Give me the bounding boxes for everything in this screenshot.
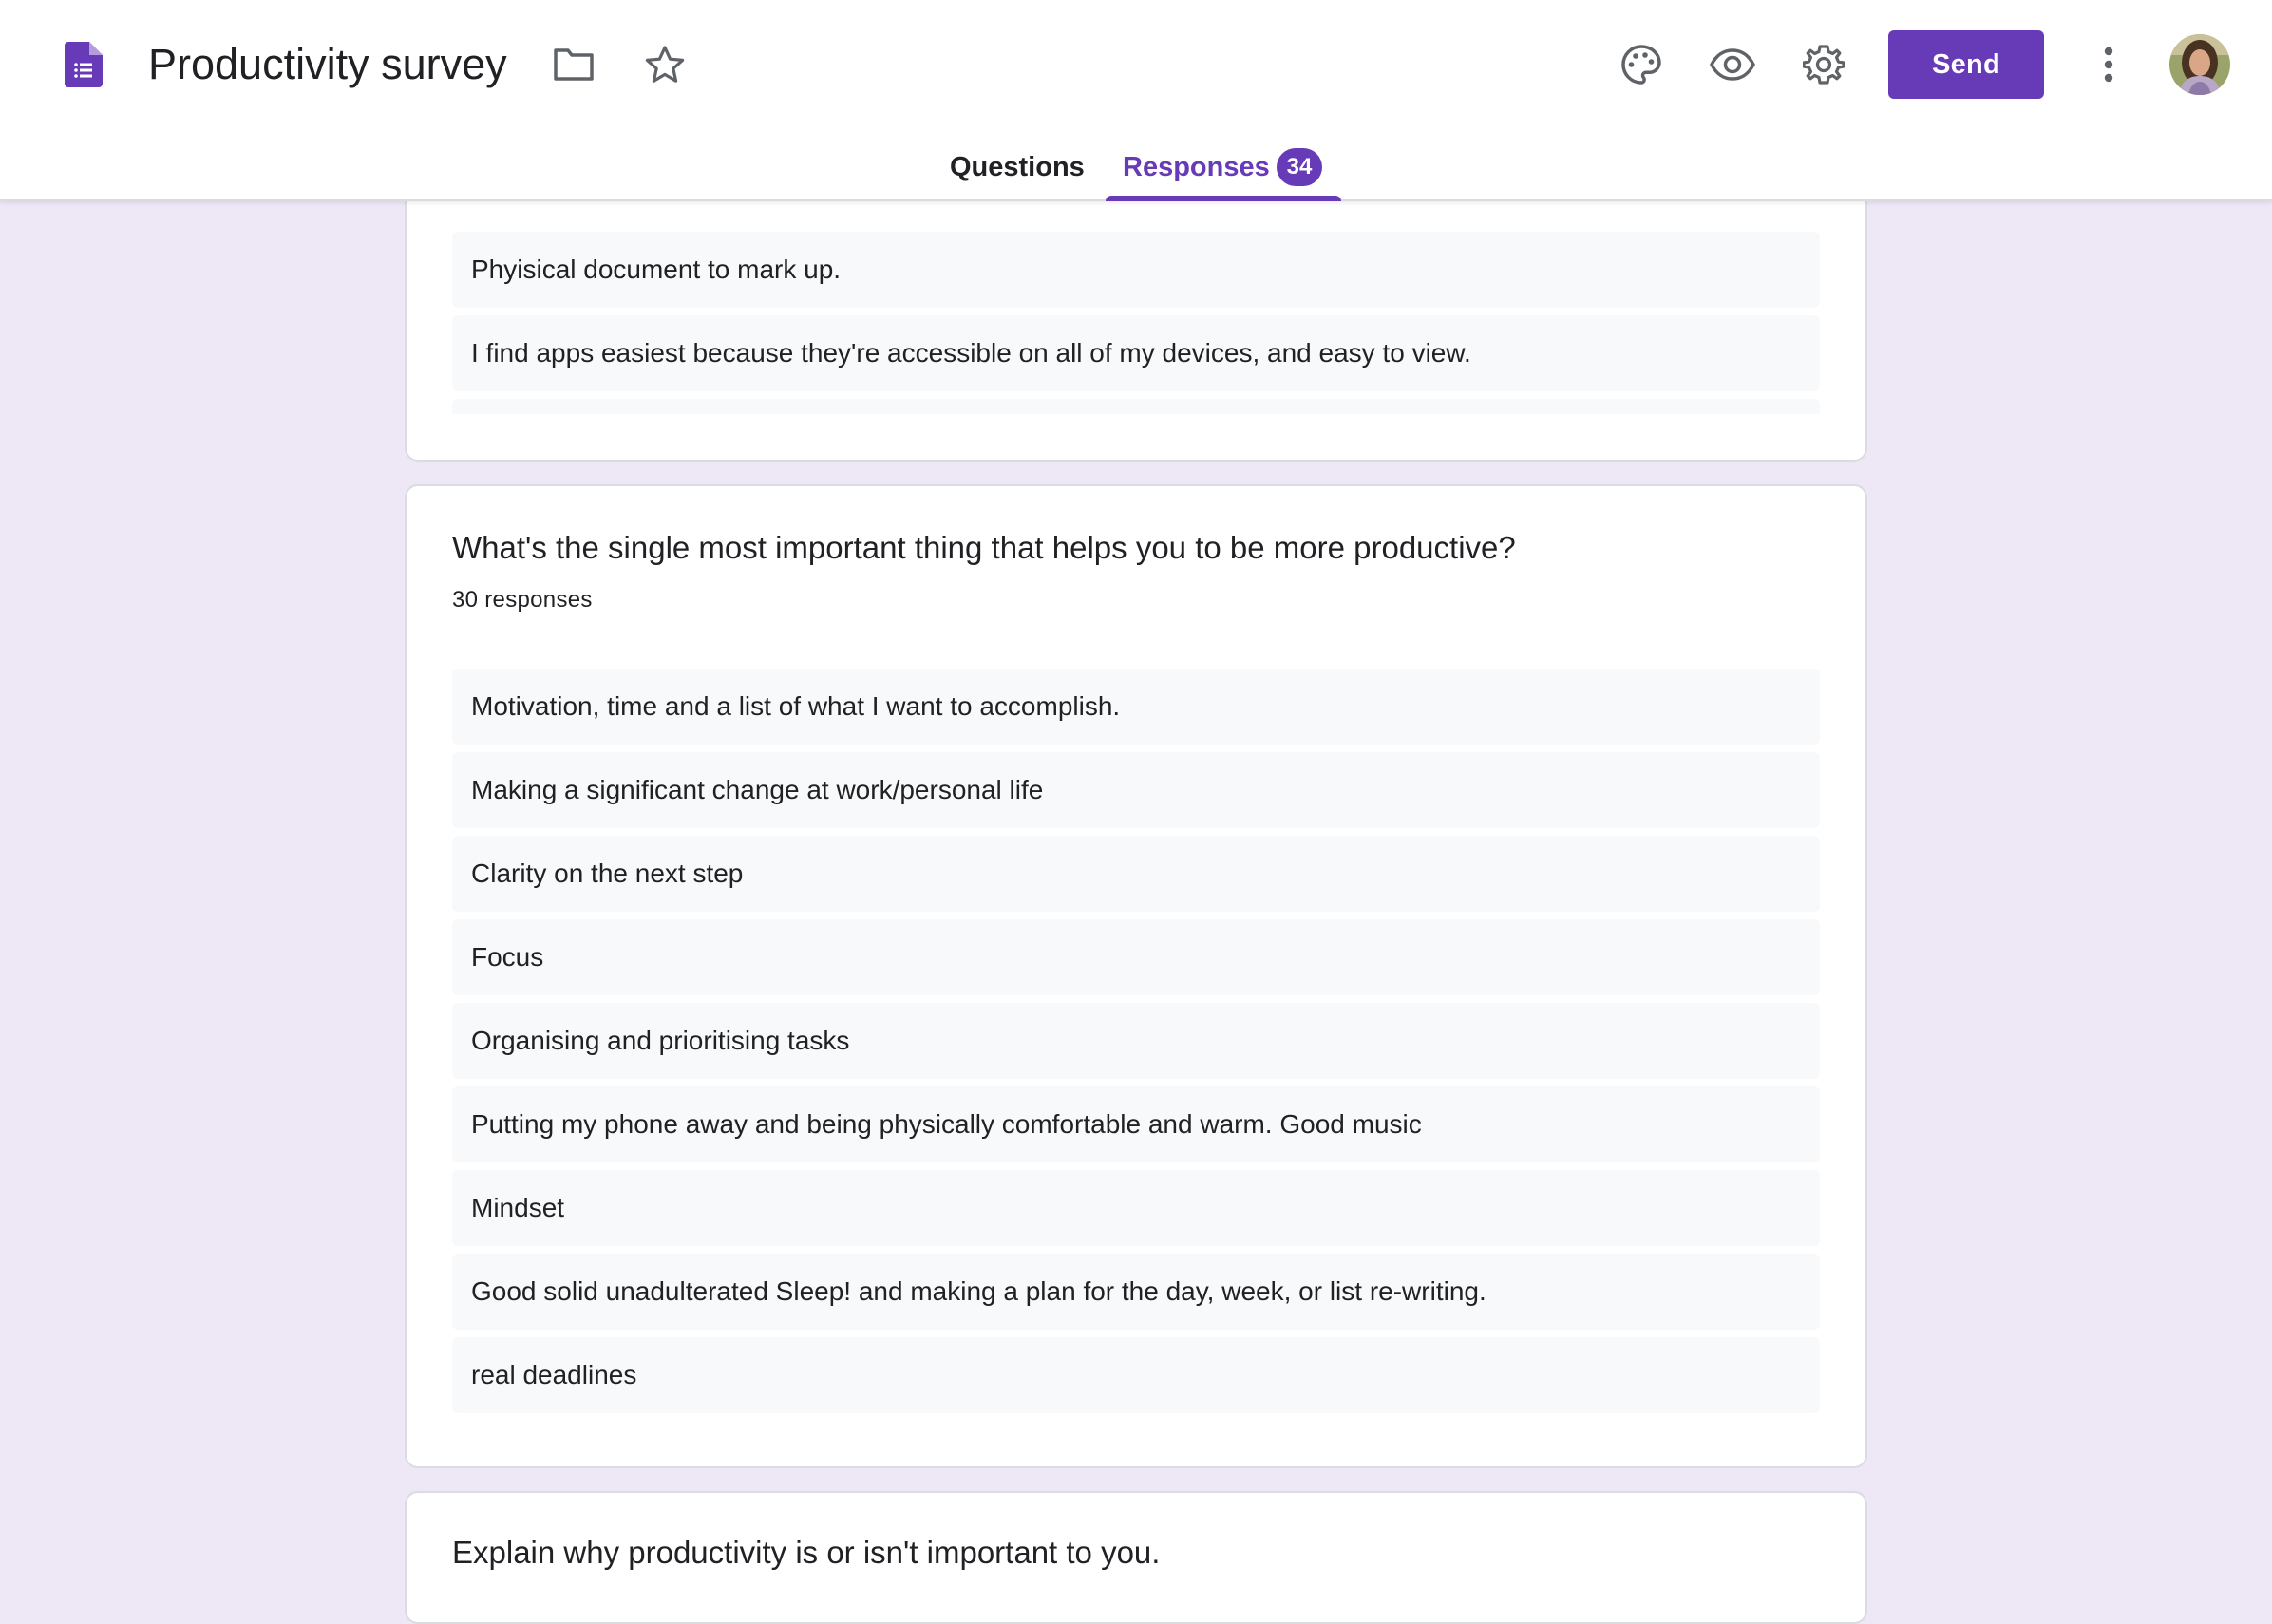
question-title: What's the single most important thing t…: [452, 530, 1516, 565]
response-item: Mindset: [452, 1170, 1820, 1246]
response-item: Clarity on the next step: [452, 836, 1820, 912]
partial-response-item: [452, 399, 1820, 414]
question-card: What's the single most important thing t…: [405, 484, 1867, 1468]
more-vert-icon[interactable]: [2073, 28, 2145, 101]
gear-icon[interactable]: [1788, 28, 1860, 101]
question-card: Explain why productivity is or isn't imp…: [405, 1491, 1867, 1624]
response-item: Organising and prioritising tasks: [452, 1003, 1820, 1079]
tab-questions[interactable]: Questions: [950, 142, 1085, 201]
app-header: Productivity survey Send Questions Respo…: [0, 0, 2272, 201]
send-button[interactable]: Send: [1888, 30, 2044, 99]
question-title: Explain why productivity is or isn't imp…: [452, 1535, 1161, 1570]
response-count: 30 responses: [452, 587, 593, 613]
document-title[interactable]: Productivity survey: [148, 36, 507, 93]
star-icon[interactable]: [629, 28, 701, 101]
forms-logo-icon[interactable]: [65, 42, 103, 87]
responses-count-badge: 34: [1277, 148, 1322, 186]
response-item: Good solid unadulterated Sleep! and maki…: [452, 1254, 1820, 1330]
avatar[interactable]: [2169, 34, 2230, 95]
response-item: Phyisical document to mark up.: [452, 232, 1820, 308]
tab-responses[interactable]: Responses 34: [1106, 142, 1341, 201]
response-item: Putting my phone away and being physical…: [452, 1086, 1820, 1162]
response-item: Making a significant change at work/pers…: [452, 752, 1820, 828]
response-item: Focus: [452, 919, 1820, 995]
response-item: I find apps easiest because they're acce…: [452, 315, 1820, 391]
response-item: Motivation, time and a list of what I wa…: [452, 669, 1820, 745]
eye-icon[interactable]: [1696, 28, 1769, 101]
tab-label: Questions: [950, 152, 1085, 182]
folder-icon[interactable]: [538, 28, 610, 101]
active-tab-indicator: [1106, 196, 1341, 201]
tab-label: Responses: [1123, 152, 1270, 182]
response-item: real deadlines: [452, 1337, 1820, 1413]
palette-icon[interactable]: [1605, 28, 1677, 101]
